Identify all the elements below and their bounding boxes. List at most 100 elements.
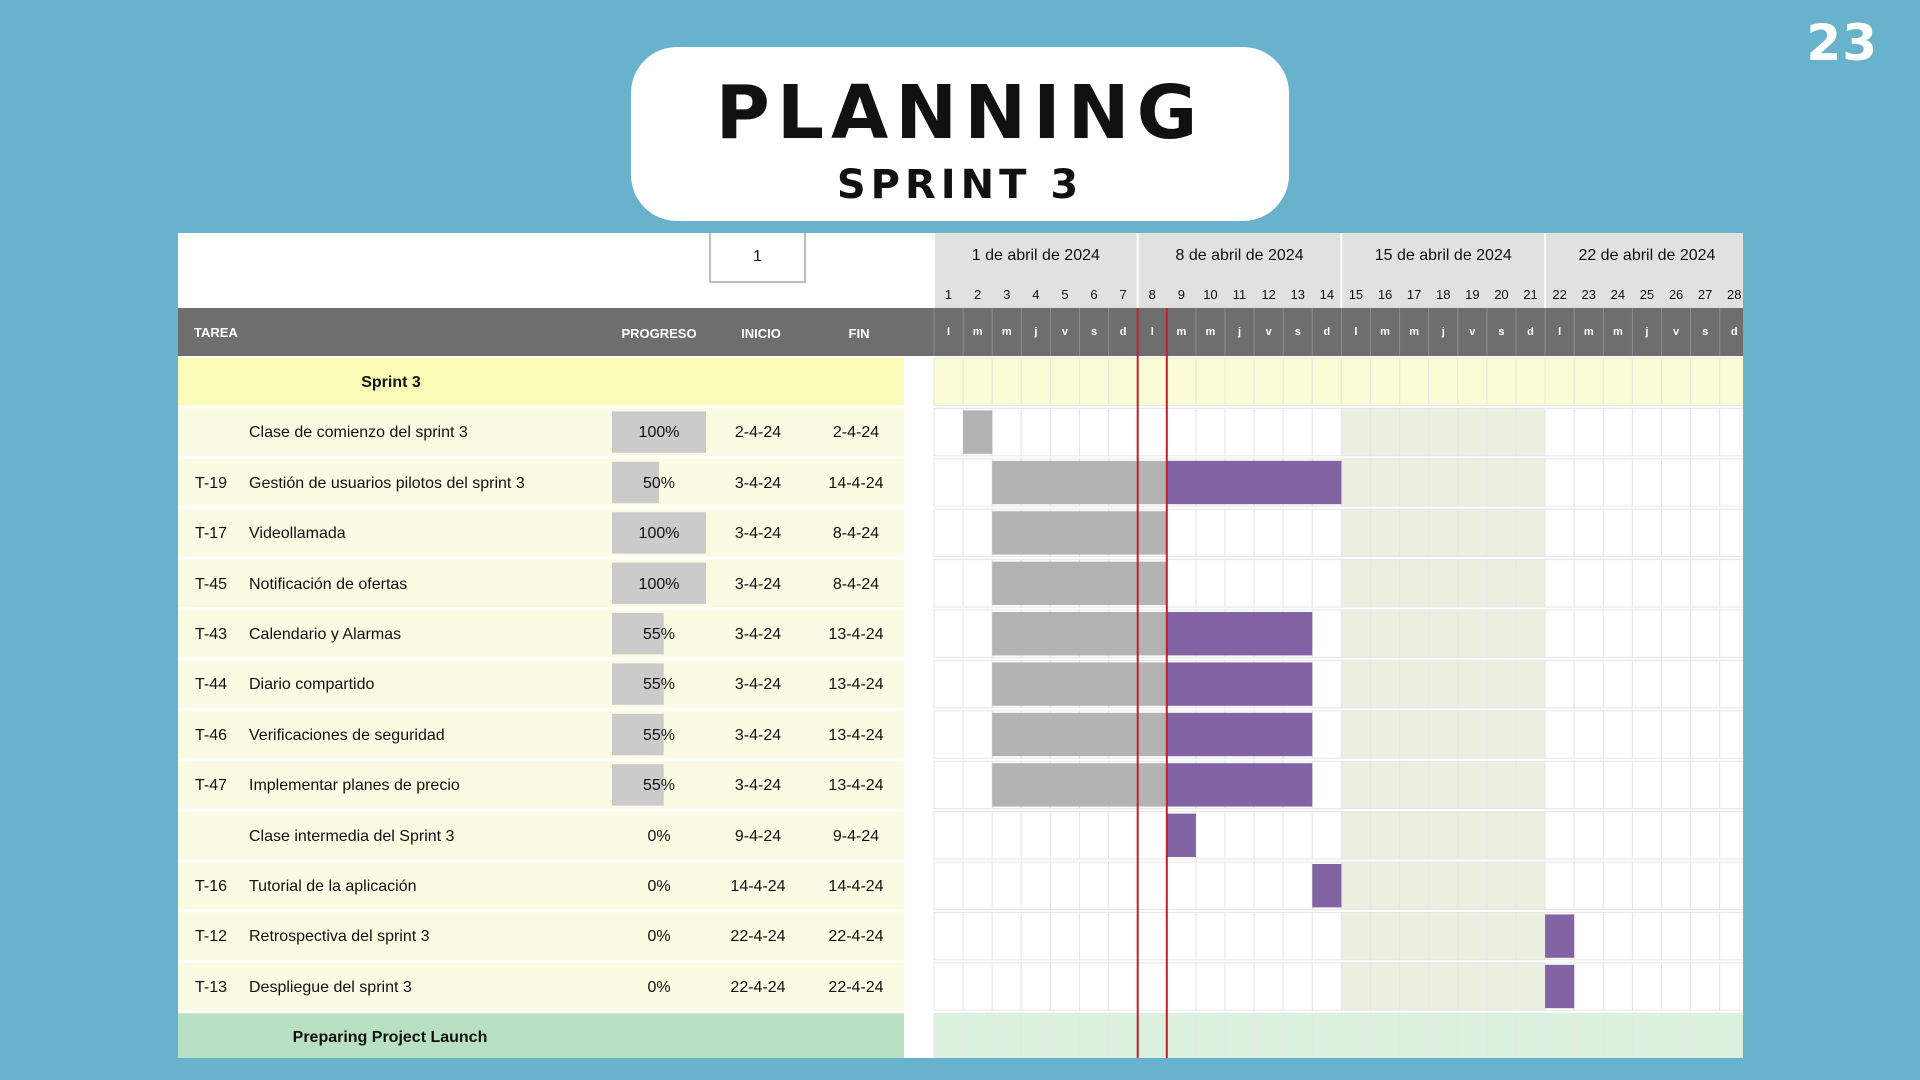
timeline-cell — [1428, 659, 1459, 709]
timeline-cell — [1282, 861, 1313, 910]
task-progress: 55% — [642, 726, 676, 744]
timeline-cell — [1108, 911, 1139, 961]
timeline-cell — [1195, 911, 1226, 961]
timeline-cell — [1544, 508, 1575, 558]
timeline-cell — [962, 760, 993, 810]
timeline-cell — [1370, 559, 1401, 608]
timeline-cell — [1253, 357, 1284, 406]
week-selector-input[interactable]: 1 — [709, 233, 806, 283]
timeline-cell — [1631, 559, 1663, 608]
timeline-cell — [1079, 1012, 1110, 1058]
timeline-cell — [1311, 609, 1342, 658]
timeline-cell — [1079, 962, 1110, 1011]
timeline-cell — [1631, 962, 1663, 1011]
timeline-cell — [1282, 508, 1313, 558]
task-name: Tutorial de la aplicación — [249, 878, 417, 895]
timeline-cell — [1282, 559, 1313, 608]
timeline-cell — [1602, 559, 1633, 608]
gantt-bar-remaining — [1545, 914, 1575, 958]
timeline-cell — [1631, 407, 1663, 457]
task-start: 3-4-24 — [734, 575, 782, 593]
timeline-cell — [1399, 357, 1430, 406]
task-end: 13-4-24 — [828, 626, 884, 643]
timeline-cell — [1399, 861, 1430, 910]
weekday-letter: m — [1583, 326, 1594, 338]
timeline-cell — [1661, 1012, 1692, 1058]
timeline-cell — [1399, 760, 1430, 810]
weekday-letter: l — [1558, 326, 1562, 338]
timeline-cell — [1661, 811, 1692, 860]
task-end: 9-4-24 — [832, 827, 880, 845]
timeline-cell — [1573, 508, 1604, 558]
timeline-cell — [1370, 911, 1401, 961]
timeline-cell — [962, 659, 993, 709]
timeline-cell — [1457, 508, 1488, 558]
task-id: T-13 — [195, 978, 228, 996]
day-number: 17 — [1406, 287, 1422, 302]
day-number: 4 — [1032, 287, 1040, 302]
timeline-cell — [1631, 357, 1663, 406]
timeline-cell — [1253, 811, 1284, 860]
timeline-cell — [933, 559, 964, 608]
timeline-cell — [1399, 609, 1430, 658]
timeline-cell — [1224, 357, 1255, 406]
timeline-cell — [1020, 357, 1051, 406]
timeline-cell — [1719, 458, 1743, 507]
day-number: 14 — [1319, 287, 1335, 302]
day-number: 3 — [1003, 287, 1011, 302]
timeline-cell — [1661, 962, 1692, 1011]
task-id: T-17 — [195, 525, 228, 543]
day-number: 18 — [1436, 287, 1451, 302]
timeline-cell — [1079, 911, 1110, 961]
timeline-cell — [1544, 760, 1575, 810]
timeline-cell — [1020, 407, 1051, 457]
timeline-cell — [1137, 811, 1168, 860]
timeline-cell — [1195, 861, 1226, 910]
timeline-cell — [1137, 407, 1168, 457]
timeline-cell — [1166, 508, 1197, 558]
timeline-cell — [1428, 962, 1459, 1011]
weekday-letter: j — [1034, 326, 1038, 338]
task-name: Notificación de ofertas — [249, 575, 408, 593]
timeline-cell — [1311, 760, 1342, 810]
timeline-cell — [1602, 911, 1633, 961]
timeline-cell — [1486, 1012, 1517, 1058]
timeline-cell — [933, 458, 964, 507]
timeline-cell — [1661, 710, 1692, 759]
task-name: Gestión de usuarios pilotos del sprint 3 — [249, 474, 525, 492]
weekday-letter: l — [947, 326, 951, 338]
task-progress: 0% — [647, 978, 671, 996]
timeline-cell — [991, 811, 1022, 860]
timeline-cell — [991, 911, 1022, 961]
timeline-cell — [1602, 811, 1633, 860]
weekday-letter: l — [1150, 326, 1154, 338]
timeline-cell — [933, 962, 964, 1011]
timeline-cell — [1631, 710, 1663, 759]
task-id: T-47 — [195, 777, 228, 795]
timeline-cell — [1370, 811, 1401, 860]
timeline-cell — [1166, 962, 1197, 1011]
timeline-cell — [1253, 1012, 1284, 1058]
day-number: 11 — [1232, 287, 1247, 302]
task-progress: 100% — [638, 575, 680, 593]
weekday-letter: d — [1119, 326, 1127, 338]
timeline-cell — [1661, 760, 1692, 810]
task-end: 13-4-24 — [828, 726, 884, 744]
task-id: T-44 — [195, 676, 228, 694]
task-start: 22-4-24 — [730, 928, 786, 946]
timeline-cell — [1573, 609, 1604, 658]
column-header-bar — [178, 308, 1743, 356]
timeline-cell — [1690, 861, 1721, 910]
timeline-cell — [1079, 861, 1110, 910]
timeline-cell — [1428, 1012, 1459, 1058]
timeline-cell — [1340, 508, 1372, 558]
task-end: 2-4-24 — [832, 424, 880, 442]
gantt-bar-remaining — [1312, 864, 1342, 908]
task-id: T-45 — [195, 575, 228, 593]
timeline-cell — [1515, 911, 1546, 961]
timeline-cell — [1631, 458, 1663, 507]
day-number: 24 — [1610, 287, 1626, 302]
timeline-cell — [1486, 811, 1517, 860]
timeline-cell — [1311, 659, 1342, 709]
task-end: 22-4-24 — [828, 978, 884, 996]
